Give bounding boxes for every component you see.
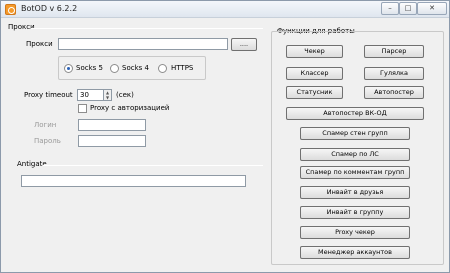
autoposter-vk-od-button[interactable]: Автопостер ВК-ОД: [286, 107, 424, 120]
proxy-auth-label: Proxy с авторизацией: [90, 104, 170, 112]
https-radio[interactable]: [158, 64, 167, 73]
antigate-section-divider: [43, 165, 263, 166]
app-logo-icon: [5, 4, 16, 15]
socks5-radio[interactable]: [64, 64, 73, 73]
password-input[interactable]: [78, 135, 146, 147]
socks4-label: Socks 4: [122, 64, 149, 72]
proxy-label: Прокси: [26, 40, 53, 48]
login-label: Логин: [34, 121, 57, 129]
checker-button[interactable]: Чекер: [286, 45, 343, 58]
invite-group-button[interactable]: Инвайт в группу: [300, 206, 410, 219]
login-input[interactable]: [78, 119, 146, 131]
password-label: Пароль: [34, 137, 61, 145]
gulyalka-button[interactable]: Гулялка: [364, 67, 424, 80]
close-button[interactable]: ✕: [417, 2, 447, 15]
proxy-checker-button[interactable]: Proxy чекер: [300, 226, 410, 239]
timeout-spinner[interactable]: ▲ ▼: [104, 89, 112, 101]
proxy-section-divider: [31, 28, 263, 29]
proxy-timeout-label: Proxy timeout: [24, 91, 73, 99]
status-button[interactable]: Статусник: [286, 86, 343, 99]
https-label: HTTPS: [171, 64, 194, 72]
app-window: BotOD v 6.2.2 – □ ✕ Прокси Прокси .... S…: [0, 0, 450, 273]
window-title: BotOD v 6.2.2: [21, 4, 78, 13]
spam-group-comments-button[interactable]: Спамер по комментам групп: [300, 166, 410, 179]
browse-proxy-button[interactable]: ....: [231, 38, 257, 51]
account-manager-button[interactable]: Менеджер аккаунтов: [300, 246, 410, 259]
invite-friends-button[interactable]: Инвайт в друзья: [300, 186, 410, 199]
title-bar: BotOD v 6.2.2 – □ ✕: [1, 1, 449, 18]
proxy-auth-checkbox[interactable]: [78, 104, 87, 113]
spin-down-icon[interactable]: ▼: [104, 95, 111, 100]
socks4-radio[interactable]: [110, 64, 119, 73]
klasser-button[interactable]: Классер: [286, 67, 343, 80]
minimize-button[interactable]: –: [381, 2, 399, 15]
socks5-label: Socks 5: [76, 64, 103, 72]
antigate-key-input[interactable]: [21, 175, 246, 187]
spam-group-walls-button[interactable]: Спамер стен групп: [300, 127, 410, 140]
spam-private-messages-button[interactable]: Спамер по ЛС: [300, 148, 410, 161]
proxy-section-title: Прокси: [8, 23, 35, 31]
proxy-timeout-input[interactable]: 30: [77, 89, 104, 101]
autoposter-button[interactable]: Автопостер: [364, 86, 424, 99]
antigate-section-title: Antigate: [17, 160, 47, 168]
timeout-unit-label: (сек): [116, 91, 134, 99]
proxy-file-input[interactable]: [58, 38, 228, 50]
parser-button[interactable]: Парсер: [364, 45, 424, 58]
maximize-button[interactable]: □: [399, 2, 417, 15]
